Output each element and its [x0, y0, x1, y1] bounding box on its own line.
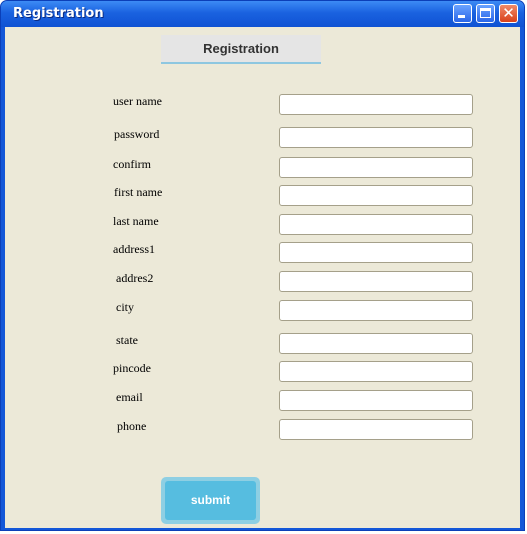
- password-label: password: [114, 127, 160, 141]
- close-icon: ✕: [502, 4, 515, 22]
- minimize-icon: [458, 15, 465, 18]
- last-name-input[interactable]: [279, 214, 473, 235]
- first-name-input[interactable]: [279, 185, 473, 206]
- close-button[interactable]: ✕: [499, 4, 518, 23]
- maximize-icon: [480, 8, 491, 18]
- city-label: city: [116, 300, 134, 314]
- address1-input[interactable]: [279, 242, 473, 263]
- address2-label: addres2: [116, 271, 154, 285]
- title-bar[interactable]: Registration ✕: [1, 1, 524, 27]
- user-name-input[interactable]: [279, 94, 473, 115]
- user-name-label: user name: [113, 94, 162, 108]
- phone-label: phone: [117, 419, 147, 433]
- pincode-label: pincode: [113, 361, 151, 375]
- registration-header-button[interactable]: Registration: [161, 35, 321, 64]
- form-panel: Registration user name password confirm …: [5, 27, 520, 528]
- email-label: email: [116, 390, 143, 404]
- confirm-input[interactable]: [279, 157, 473, 178]
- state-input[interactable]: [279, 333, 473, 354]
- email-input[interactable]: [279, 390, 473, 411]
- confirm-label: confirm: [113, 157, 151, 171]
- address1-label: address1: [113, 242, 155, 256]
- submit-button[interactable]: submit: [161, 477, 260, 524]
- minimize-button[interactable]: [453, 4, 472, 23]
- address2-input[interactable]: [279, 271, 473, 292]
- password-input[interactable]: [279, 127, 473, 148]
- last-name-label: last name: [113, 214, 159, 228]
- submit-label: submit: [165, 481, 256, 520]
- pincode-input[interactable]: [279, 361, 473, 382]
- window-title: Registration: [13, 6, 104, 21]
- maximize-button[interactable]: [476, 4, 495, 23]
- registration-window: Registration ✕ Registration user name pa…: [0, 0, 525, 531]
- state-label: state: [116, 333, 138, 347]
- first-name-label: first name: [114, 185, 163, 199]
- phone-input[interactable]: [279, 419, 473, 440]
- city-input[interactable]: [279, 300, 473, 321]
